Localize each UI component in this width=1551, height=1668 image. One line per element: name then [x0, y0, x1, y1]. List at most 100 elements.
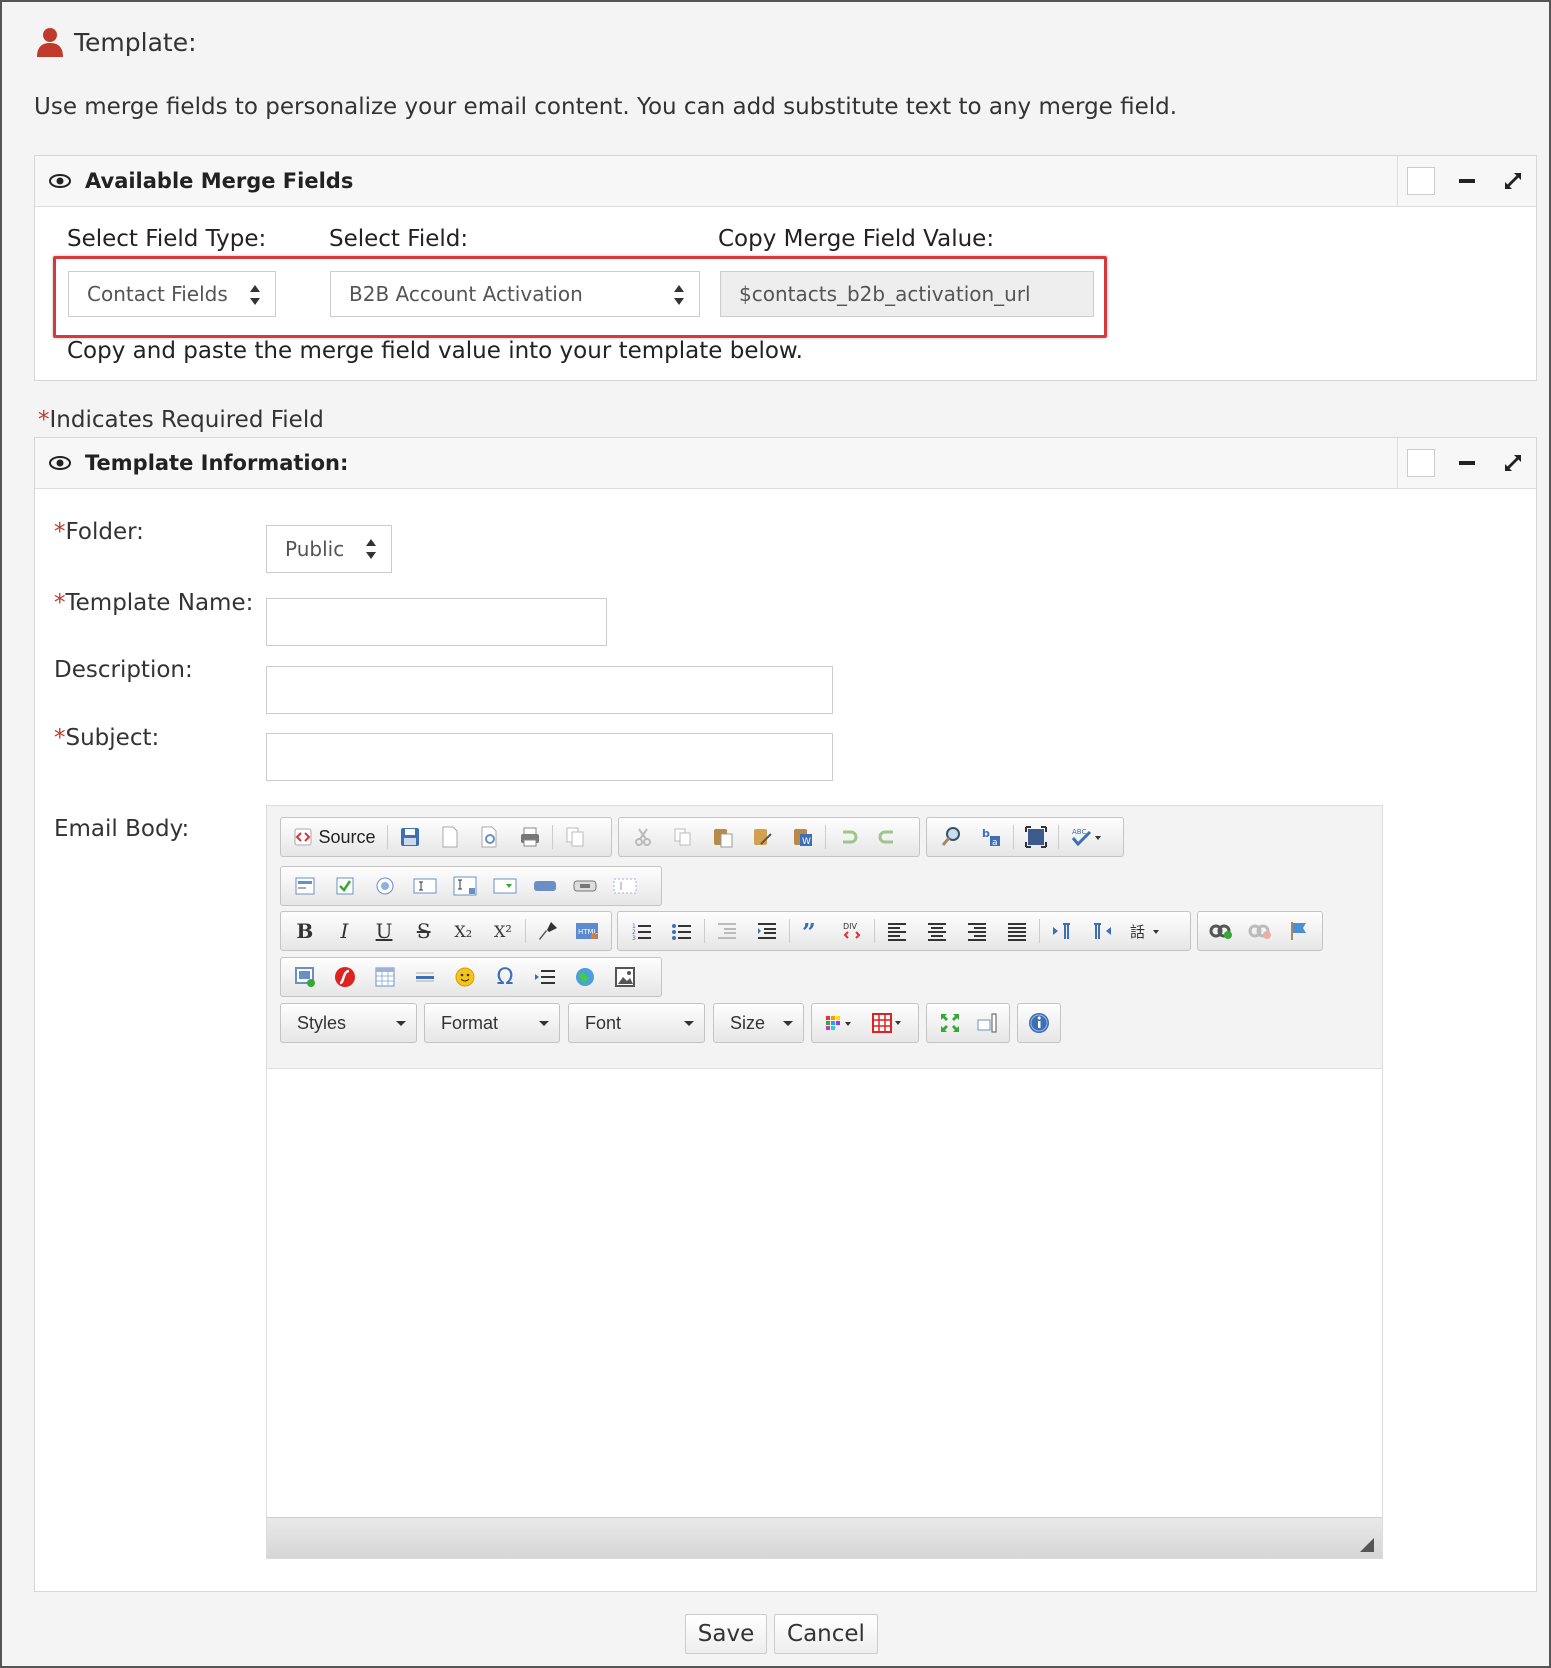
preview-button[interactable]	[470, 821, 510, 853]
button-widget-button[interactable]	[525, 870, 565, 902]
special-char-button[interactable]: Ω	[485, 961, 525, 993]
html-button[interactable]: HTML	[567, 915, 607, 947]
page-break-button[interactable]	[525, 961, 565, 993]
italic-button[interactable]: I	[325, 915, 365, 947]
strike-button[interactable]: S	[404, 915, 444, 947]
about-button[interactable]	[1022, 1007, 1056, 1039]
image-embed-button[interactable]	[605, 961, 645, 993]
ltr-button[interactable]	[1042, 915, 1082, 947]
replace-button[interactable]: ba	[971, 821, 1011, 853]
underline-button[interactable]: U	[364, 915, 404, 947]
numbered-list-button[interactable]: 123	[622, 915, 662, 947]
bulleted-list-button[interactable]	[662, 915, 702, 947]
table-button[interactable]	[365, 961, 405, 993]
maximize-button[interactable]	[931, 1007, 968, 1039]
redo-icon	[878, 830, 893, 844]
justify-button[interactable]	[997, 915, 1037, 947]
new-page-button[interactable]	[430, 821, 470, 853]
form-button[interactable]	[285, 870, 325, 902]
find-button[interactable]	[931, 821, 971, 853]
select-all-button[interactable]	[1016, 821, 1056, 853]
merge-fields-panel-title: Available Merge Fields	[85, 169, 354, 193]
copy-value-field[interactable]: $contacts_b2b_activation_url	[720, 271, 1094, 317]
select-button[interactable]	[485, 870, 525, 902]
radio-button[interactable]	[365, 870, 405, 902]
paste-word-button[interactable]: W	[783, 821, 823, 853]
align-left-button[interactable]	[877, 915, 917, 947]
collapse-button[interactable]	[1444, 438, 1490, 488]
floppy-icon	[401, 828, 419, 846]
subscript-button[interactable]: X₂	[444, 915, 484, 947]
rtl-button[interactable]	[1082, 915, 1122, 947]
toolbar-group-about	[1017, 1003, 1061, 1043]
expand-icon	[1505, 455, 1521, 471]
show-blocks-button[interactable]	[968, 1007, 1005, 1039]
styles-combo[interactable]: Styles	[280, 1003, 417, 1043]
text-color-button[interactable]	[816, 1007, 864, 1039]
panel-checkbox[interactable]	[1398, 438, 1444, 488]
bold-button[interactable]: B	[285, 915, 325, 947]
toolbar-group-basicstyles: B I U S X₂ X² HTML	[280, 911, 612, 951]
redo-button[interactable]	[868, 821, 908, 853]
indent-button[interactable]	[747, 915, 787, 947]
flash-button[interactable]	[325, 961, 365, 993]
table-grid-button[interactable]	[864, 1007, 912, 1039]
image-button[interactable]	[285, 961, 325, 993]
font-combo[interactable]: Font	[568, 1003, 705, 1043]
image-button-icon	[573, 880, 597, 892]
toolbar-group-document: Source	[280, 817, 612, 857]
copy-icon	[674, 828, 691, 846]
save-doc-button[interactable]	[390, 821, 430, 853]
save-button[interactable]: Save	[685, 1614, 767, 1654]
page-title: Template:	[74, 27, 197, 57]
collapse-button[interactable]	[1444, 156, 1490, 206]
field-select[interactable]: B2B Account Activation	[330, 271, 700, 317]
field-type-select[interactable]: Contact Fields	[68, 271, 276, 317]
print-button[interactable]	[510, 821, 550, 853]
flash-icon	[335, 967, 355, 987]
hidden-field-button[interactable]	[605, 870, 645, 902]
link-button[interactable]	[1202, 915, 1241, 947]
justify-icon	[1008, 923, 1026, 941]
textarea-button[interactable]	[445, 870, 485, 902]
template-name-input[interactable]	[266, 598, 607, 646]
globe-icon	[576, 968, 594, 986]
image-button-button[interactable]	[565, 870, 605, 902]
unlink-button[interactable]	[1241, 915, 1280, 947]
horizontal-rule-button[interactable]	[405, 961, 445, 993]
expand-button[interactable]	[1490, 156, 1536, 206]
format-combo[interactable]: Format	[424, 1003, 560, 1043]
paste-text-button[interactable]	[743, 821, 783, 853]
smiley-button[interactable]	[445, 961, 485, 993]
editor-content-area[interactable]	[267, 1068, 1382, 1518]
align-center-button[interactable]	[917, 915, 957, 947]
source-button[interactable]: Source	[285, 821, 385, 853]
spellcheck-button[interactable]: ABC	[1061, 821, 1113, 853]
svg-text:3: 3	[632, 935, 636, 941]
outdent-button[interactable]	[707, 915, 747, 947]
blockquote-button[interactable]: ”	[792, 915, 832, 947]
superscript-button[interactable]: X²	[483, 915, 523, 947]
cancel-button[interactable]: Cancel	[774, 1614, 878, 1654]
folder-select[interactable]: Public	[266, 525, 392, 573]
resize-handle[interactable]	[1360, 1538, 1374, 1552]
description-input[interactable]	[266, 666, 833, 714]
page-header: Template:	[36, 22, 197, 62]
language-button[interactable]: 話	[1122, 915, 1170, 947]
expand-button[interactable]	[1490, 438, 1536, 488]
copy-button[interactable]	[663, 821, 703, 853]
paste-button[interactable]	[703, 821, 743, 853]
remove-format-button[interactable]	[528, 915, 568, 947]
div-button[interactable]: DIV	[832, 915, 872, 947]
panel-checkbox[interactable]	[1398, 156, 1444, 206]
textfield-button[interactable]	[405, 870, 445, 902]
align-right-button[interactable]	[957, 915, 997, 947]
subject-input[interactable]	[266, 733, 833, 781]
size-combo[interactable]: Size	[713, 1003, 804, 1043]
iframe-button[interactable]	[565, 961, 605, 993]
anchor-button[interactable]	[1279, 915, 1318, 947]
undo-button[interactable]	[828, 821, 868, 853]
cut-button[interactable]	[623, 821, 663, 853]
templates-button[interactable]	[555, 821, 595, 853]
checkbox-button[interactable]	[325, 870, 365, 902]
